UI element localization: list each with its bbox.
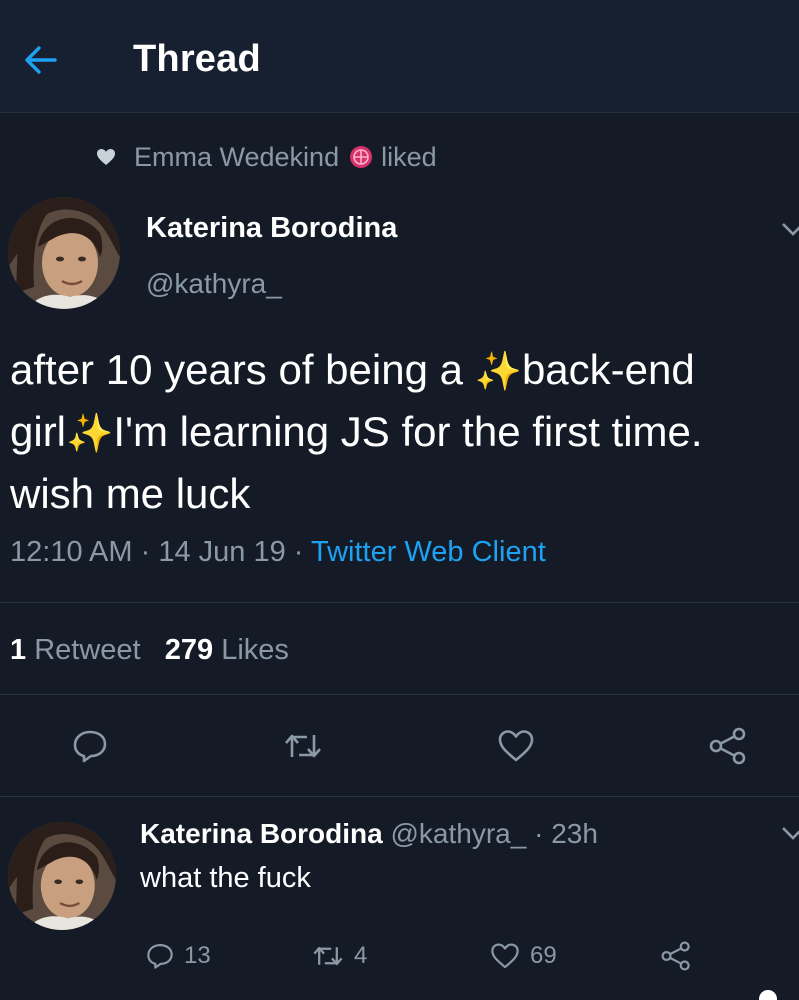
back-button[interactable] bbox=[14, 34, 66, 86]
author-name[interactable]: Katerina Borodina bbox=[146, 212, 397, 245]
chevron-down-icon bbox=[782, 223, 799, 236]
tweet-text-part3: I'm learning JS for the first time. wish… bbox=[10, 408, 703, 517]
share-icon bbox=[661, 941, 690, 971]
share-icon bbox=[709, 727, 746, 765]
reply-text: what the fuck bbox=[140, 862, 311, 894]
reply-retweet-count: 4 bbox=[354, 942, 368, 969]
heart-outline-icon bbox=[498, 730, 534, 762]
reply-more-options-button[interactable] bbox=[781, 826, 799, 845]
meta-separator: · bbox=[140, 536, 151, 568]
reply-like-count: 69 bbox=[530, 942, 557, 969]
retweet-icon bbox=[285, 734, 321, 758]
badge-icon bbox=[350, 146, 373, 168]
reply-reply-count: 13 bbox=[184, 942, 211, 969]
reply-actions: 13 4 69 bbox=[0, 934, 799, 978]
retweet-icon bbox=[313, 946, 343, 966]
reply-author-avatar[interactable] bbox=[8, 822, 116, 930]
more-options-button[interactable] bbox=[781, 222, 799, 241]
tweet-actions bbox=[0, 718, 799, 774]
reply-author-name[interactable]: Katerina Borodina bbox=[140, 818, 383, 849]
retweet-label: Retweet bbox=[34, 634, 141, 666]
tweet-text: after 10 years of being a ✨back-end girl… bbox=[10, 340, 795, 524]
arrow-left-icon bbox=[25, 46, 57, 74]
chevron-down-icon bbox=[782, 827, 799, 840]
author-avatar[interactable] bbox=[8, 197, 120, 309]
like-label: Likes bbox=[221, 634, 289, 666]
retweet-button[interactable] bbox=[275, 718, 331, 774]
likes-stat[interactable]: 279 Likes bbox=[165, 634, 289, 666]
page-title: Thread bbox=[133, 38, 261, 80]
social-context: Emma Wedekind liked bbox=[96, 140, 437, 174]
avatar-image bbox=[8, 197, 120, 309]
heart-outline-icon bbox=[491, 943, 519, 969]
divider bbox=[0, 602, 799, 603]
reply-like-button[interactable]: 69 bbox=[490, 934, 557, 978]
meta-separator-2: · bbox=[293, 536, 304, 568]
reply-author-handle[interactable]: @kathyra_ bbox=[390, 818, 526, 849]
tweet-date[interactable]: 14 Jun 19 bbox=[158, 536, 285, 568]
tweet-stats: 1 Retweet 279 Likes bbox=[10, 634, 289, 667]
like-count: 279 bbox=[164, 634, 214, 666]
avatar-image bbox=[8, 822, 116, 930]
liker-name[interactable]: Emma Wedekind bbox=[134, 142, 339, 173]
tweet-time[interactable]: 12:10 AM bbox=[10, 536, 133, 568]
sparkles-emoji-2: ✨ bbox=[66, 413, 114, 455]
reply-button[interactable] bbox=[62, 718, 118, 774]
retweet-count: 1 bbox=[10, 634, 27, 666]
share-button[interactable] bbox=[700, 718, 756, 774]
reply-header: Katerina Borodina @kathyra_ · 23h bbox=[140, 818, 598, 850]
heart-icon bbox=[97, 149, 115, 165]
reply-icon bbox=[147, 944, 173, 969]
tweet-text-part1: after 10 years of being a bbox=[10, 346, 475, 393]
thread-page: Thread Emma Wedekind liked Katerina Boro… bbox=[0, 0, 799, 1000]
liked-label: liked bbox=[381, 141, 437, 172]
reply-retweet-button[interactable]: 4 bbox=[312, 934, 367, 978]
corner-dot bbox=[759, 990, 777, 1000]
like-button[interactable] bbox=[488, 718, 544, 774]
divider bbox=[0, 796, 799, 797]
tweet-client-link[interactable]: Twitter Web Client bbox=[311, 536, 546, 568]
sparkles-emoji: ✨ bbox=[474, 351, 522, 393]
author-handle[interactable]: @kathyra_ bbox=[146, 268, 282, 300]
retweets-stat[interactable]: 1 Retweet bbox=[10, 634, 141, 666]
reply-separator: · bbox=[534, 818, 544, 849]
reply-share-button[interactable] bbox=[660, 934, 702, 978]
divider bbox=[0, 694, 799, 695]
top-bar: Thread bbox=[0, 0, 799, 113]
reply-reply-button[interactable]: 13 bbox=[146, 934, 211, 978]
tweet-timestamp: 12:10 AM · 14 Jun 19 · Twitter Web Clien… bbox=[10, 536, 546, 569]
reply-icon bbox=[73, 730, 107, 763]
reply-time[interactable]: 23h bbox=[551, 818, 598, 849]
